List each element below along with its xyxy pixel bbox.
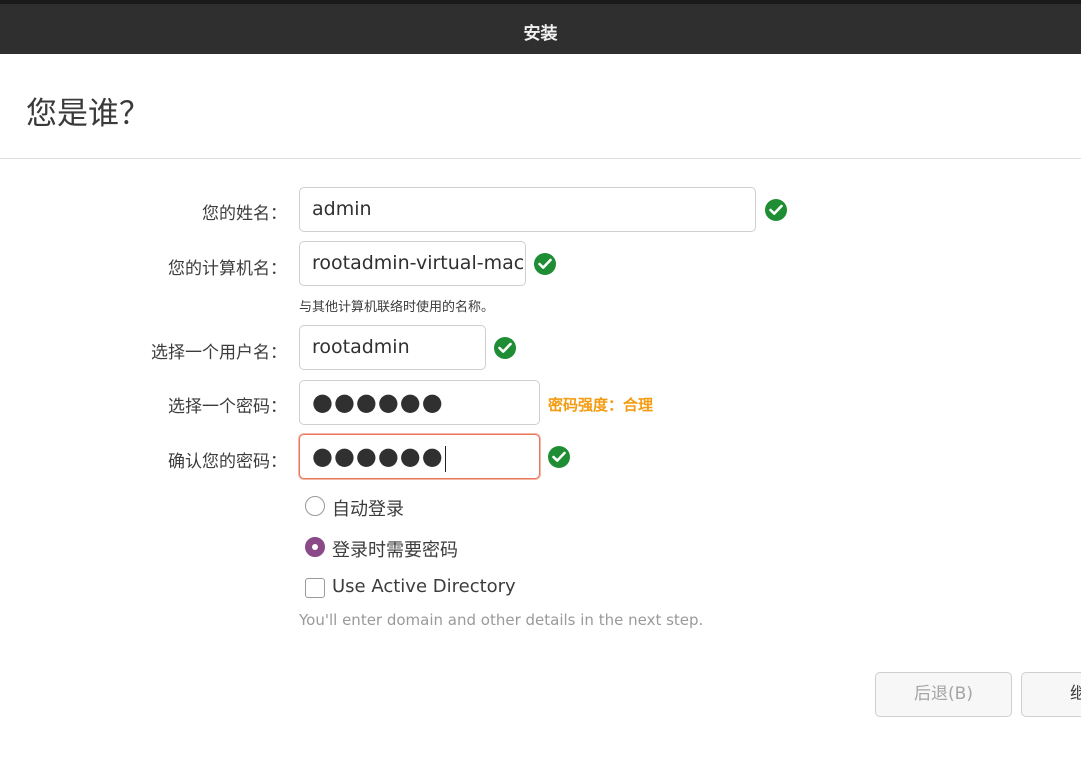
require-password-radio[interactable] bbox=[305, 537, 325, 557]
header-divider bbox=[0, 158, 1081, 159]
confirm-password-mask: ●●●●●● bbox=[312, 442, 444, 470]
active-directory-note: You'll enter domain and other details in… bbox=[299, 611, 704, 629]
computer-name-input[interactable]: rootadmin-virtual-mac bbox=[299, 241, 526, 286]
password-input[interactable]: ●●●●●● bbox=[299, 380, 540, 425]
confirm-password-input[interactable]: ●●●●●● bbox=[299, 434, 540, 479]
name-input[interactable]: admin bbox=[299, 187, 756, 232]
active-directory-label[interactable]: Use Active Directory bbox=[332, 576, 516, 597]
continue-button[interactable]: 继 bbox=[1021, 672, 1081, 717]
auto-login-label[interactable]: 自动登录 bbox=[332, 495, 404, 521]
confirm-password-valid-icon bbox=[548, 446, 570, 468]
auto-login-radio[interactable] bbox=[305, 496, 325, 516]
confirm-password-label: 确认您的密码： bbox=[168, 452, 287, 472]
name-valid-icon bbox=[765, 199, 787, 221]
window-title: 安装 bbox=[523, 24, 558, 44]
password-mask: ●●●●●● bbox=[312, 388, 444, 416]
computer-name-hint: 与其他计算机联络时使用的名称。 bbox=[299, 300, 495, 315]
username-label: 选择一个用户名： bbox=[151, 343, 287, 363]
password-strength: 密码强度：合理 bbox=[548, 396, 654, 414]
computer-name-valid-icon bbox=[534, 253, 556, 275]
active-directory-checkbox[interactable] bbox=[305, 578, 325, 598]
computer-name-label: 您的计算机名： bbox=[168, 259, 287, 279]
window-titlebar: 安装 bbox=[0, 0, 1081, 54]
require-password-label[interactable]: 登录时需要密码 bbox=[332, 536, 458, 562]
username-input[interactable]: rootadmin bbox=[299, 325, 486, 370]
password-label: 选择一个密码： bbox=[168, 397, 287, 417]
username-valid-icon bbox=[494, 337, 516, 359]
name-label: 您的姓名： bbox=[202, 204, 287, 224]
back-button[interactable]: 后退(B) bbox=[875, 672, 1012, 717]
page-title: 您是谁？ bbox=[26, 96, 150, 132]
text-cursor bbox=[444, 445, 447, 472]
